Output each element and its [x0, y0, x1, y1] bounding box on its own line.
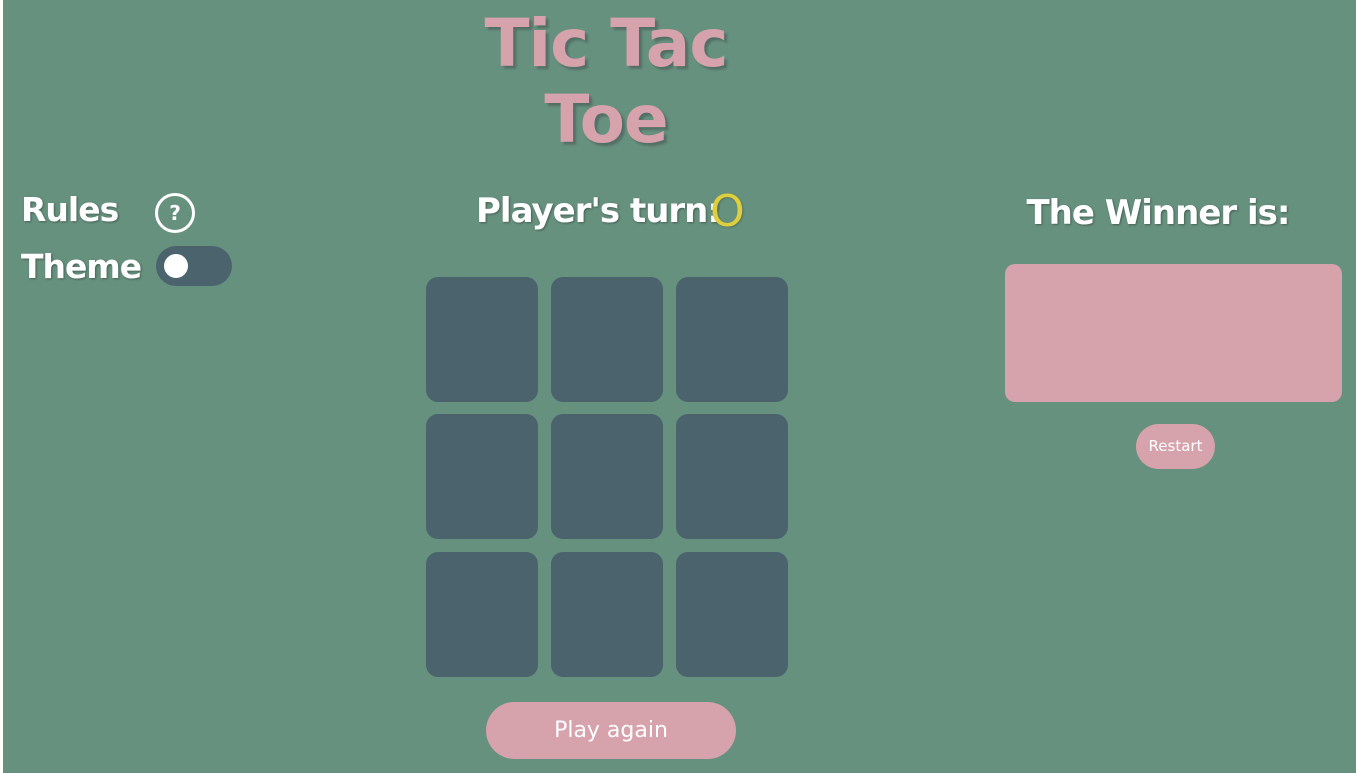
- current-player-mark: O: [710, 186, 745, 237]
- player-turn-label: Player's turn:: [476, 191, 721, 231]
- board-cell-6[interactable]: [676, 414, 788, 539]
- game-board: [426, 277, 788, 677]
- rules-label: Rules: [21, 190, 119, 229]
- board-cell-3[interactable]: [676, 277, 788, 402]
- board-cell-2[interactable]: [551, 277, 663, 402]
- theme-label: Theme: [21, 247, 142, 286]
- board-cell-1[interactable]: [426, 277, 538, 402]
- board-cell-8[interactable]: [551, 552, 663, 677]
- board-cell-4[interactable]: [426, 414, 538, 539]
- theme-toggle-knob: [164, 254, 188, 278]
- board-cell-7[interactable]: [426, 552, 538, 677]
- help-icon[interactable]: ?: [155, 193, 195, 233]
- play-again-button[interactable]: Play again: [486, 702, 736, 759]
- left-edge-strip: [0, 0, 3, 773]
- board-cell-5[interactable]: [551, 414, 663, 539]
- winner-label: The Winner is:: [1026, 193, 1290, 233]
- winner-display: [1005, 264, 1342, 402]
- page-title: Tic Tac Toe: [484, 5, 729, 158]
- board-cell-9[interactable]: [676, 552, 788, 677]
- theme-toggle[interactable]: [156, 246, 232, 286]
- restart-button[interactable]: Restart: [1136, 424, 1215, 469]
